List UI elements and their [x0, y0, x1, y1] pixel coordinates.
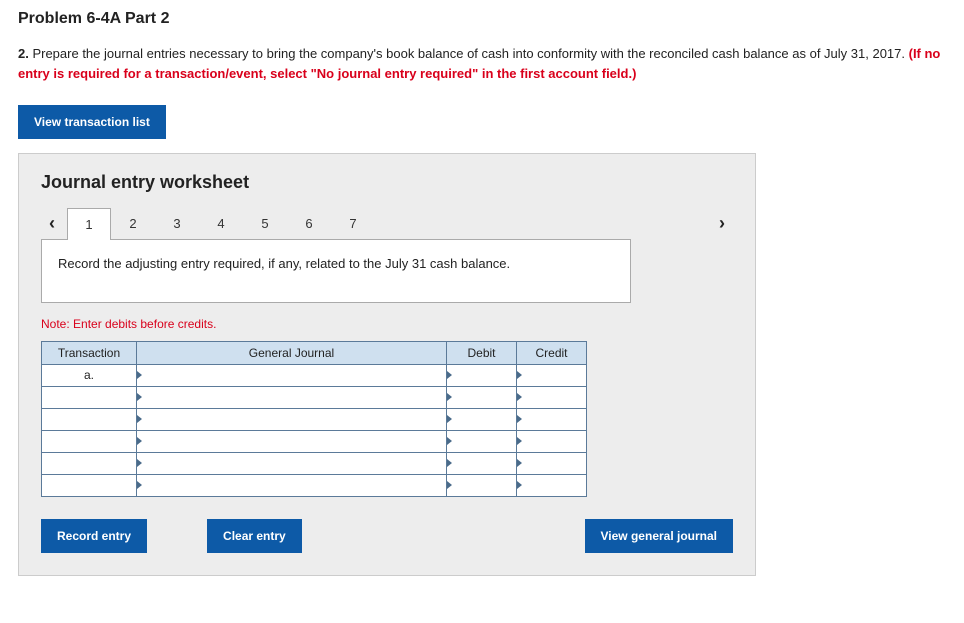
cell-credit[interactable]	[517, 364, 587, 386]
cell-transaction: a.	[42, 364, 137, 386]
tab-6[interactable]: 6	[287, 208, 331, 239]
chevron-right-icon[interactable]: ›	[711, 213, 733, 234]
instruction-text: 2. Prepare the journal entries necessary…	[18, 44, 946, 83]
cell-transaction	[42, 408, 137, 430]
record-entry-button[interactable]: Record entry	[41, 519, 147, 553]
table-row	[42, 430, 587, 452]
instruction-body: Prepare the journal entries necessary to…	[29, 46, 909, 61]
worksheet-heading: Journal entry worksheet	[41, 172, 733, 193]
debits-before-credits-note: Note: Enter debits before credits.	[41, 317, 733, 331]
cell-general-journal[interactable]	[137, 386, 447, 408]
cell-transaction	[42, 474, 137, 496]
tab-3[interactable]: 3	[155, 208, 199, 239]
cell-transaction	[42, 430, 137, 452]
clear-entry-button[interactable]: Clear entry	[207, 519, 302, 553]
table-row: a.	[42, 364, 587, 386]
cell-credit[interactable]	[517, 474, 587, 496]
journal-worksheet-panel: Journal entry worksheet ‹ 1 2 3 4 5 6 7 …	[18, 153, 756, 576]
tabs-container: 1 2 3 4 5 6 7	[67, 207, 711, 239]
view-transaction-list-button[interactable]: View transaction list	[18, 105, 166, 139]
cell-debit[interactable]	[447, 430, 517, 452]
cell-general-journal[interactable]	[137, 474, 447, 496]
table-row	[42, 386, 587, 408]
journal-grid: Transaction General Journal Debit Credit…	[41, 341, 587, 497]
view-general-journal-button[interactable]: View general journal	[585, 519, 733, 553]
cell-debit[interactable]	[447, 364, 517, 386]
col-header-debit: Debit	[447, 341, 517, 364]
entry-prompt: Record the adjusting entry required, if …	[41, 239, 631, 303]
tab-5[interactable]: 5	[243, 208, 287, 239]
col-header-credit: Credit	[517, 341, 587, 364]
page-title: Problem 6-4A Part 2	[18, 10, 946, 28]
cell-credit[interactable]	[517, 408, 587, 430]
cell-general-journal[interactable]	[137, 408, 447, 430]
cell-general-journal[interactable]	[137, 452, 447, 474]
tabs-row: ‹ 1 2 3 4 5 6 7 ›	[41, 207, 733, 239]
cell-debit[interactable]	[447, 408, 517, 430]
cell-debit[interactable]	[447, 386, 517, 408]
table-row	[42, 452, 587, 474]
table-row	[42, 408, 587, 430]
tab-4[interactable]: 4	[199, 208, 243, 239]
cell-credit[interactable]	[517, 452, 587, 474]
col-header-transaction: Transaction	[42, 341, 137, 364]
tab-2[interactable]: 2	[111, 208, 155, 239]
cell-credit[interactable]	[517, 430, 587, 452]
col-header-general-journal: General Journal	[137, 341, 447, 364]
cell-transaction	[42, 386, 137, 408]
tab-7[interactable]: 7	[331, 208, 375, 239]
cell-general-journal[interactable]	[137, 364, 447, 386]
cell-debit[interactable]	[447, 474, 517, 496]
worksheet-button-row: Record entry Clear entry View general jo…	[41, 519, 733, 553]
table-row	[42, 474, 587, 496]
instruction-number: 2.	[18, 46, 29, 61]
chevron-left-icon[interactable]: ‹	[41, 213, 63, 234]
cell-debit[interactable]	[447, 452, 517, 474]
tab-1[interactable]: 1	[67, 208, 111, 240]
cell-credit[interactable]	[517, 386, 587, 408]
cell-transaction	[42, 452, 137, 474]
cell-general-journal[interactable]	[137, 430, 447, 452]
